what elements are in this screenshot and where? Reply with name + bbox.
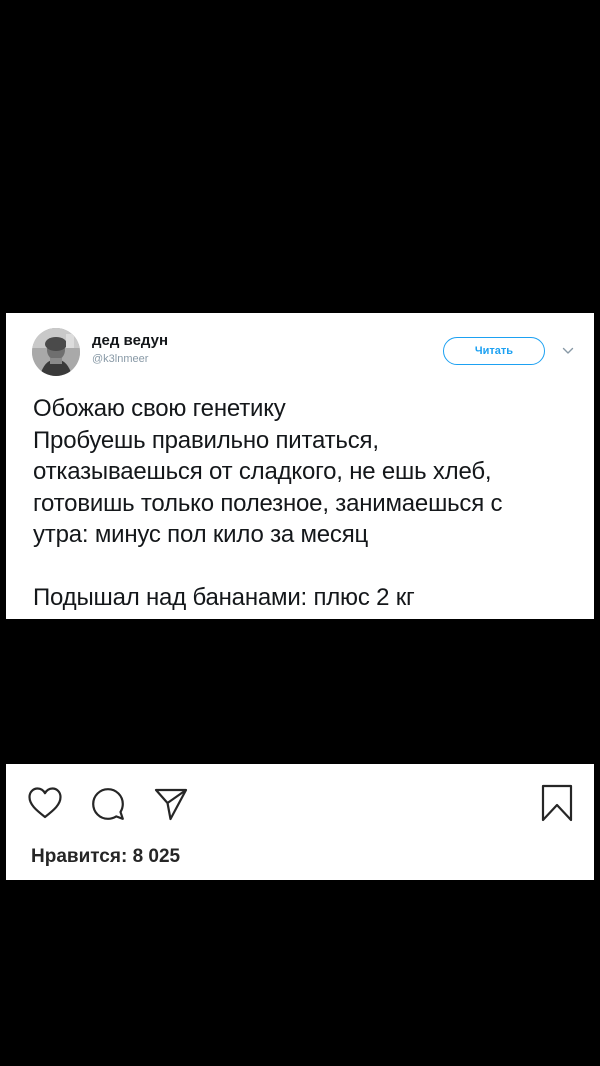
tweet-punchline: Подышал над бананами: плюс 2 кг	[33, 584, 415, 611]
share-icon[interactable]	[153, 786, 189, 822]
tweet-line: Обожаю свою генетику	[33, 395, 286, 422]
avatar-image	[32, 328, 80, 376]
tweet-card: дед ведун @k3lnmeer Читать Обожаю свою г…	[6, 313, 594, 619]
tweet-line: отказываешься от сладкого, не ешь хлеб,	[33, 458, 492, 485]
comment-icon[interactable]	[90, 786, 126, 822]
tweet-text: Обожаю свою генетику Пробуешь правильно …	[33, 393, 588, 614]
avatar[interactable]	[32, 328, 80, 376]
tweet-line: Пробуешь правильно питаться,	[33, 426, 379, 454]
bookmark-icon[interactable]	[539, 783, 575, 823]
user-handle[interactable]: @k3lnmeer	[92, 353, 148, 365]
heart-icon[interactable]	[27, 786, 63, 820]
chevron-down-icon[interactable]	[562, 346, 574, 356]
tweet-line: утра: минус пол кило за месяц	[33, 521, 369, 548]
follow-button[interactable]: Читать	[443, 337, 545, 365]
instagram-action-bar: Нравится: 8 025	[6, 764, 594, 880]
display-name[interactable]: дед ведун	[92, 332, 168, 349]
likes-count[interactable]: Нравится: 8 025	[31, 846, 180, 868]
tweet-line: готовишь только полезное, занимаешься с	[33, 489, 503, 517]
